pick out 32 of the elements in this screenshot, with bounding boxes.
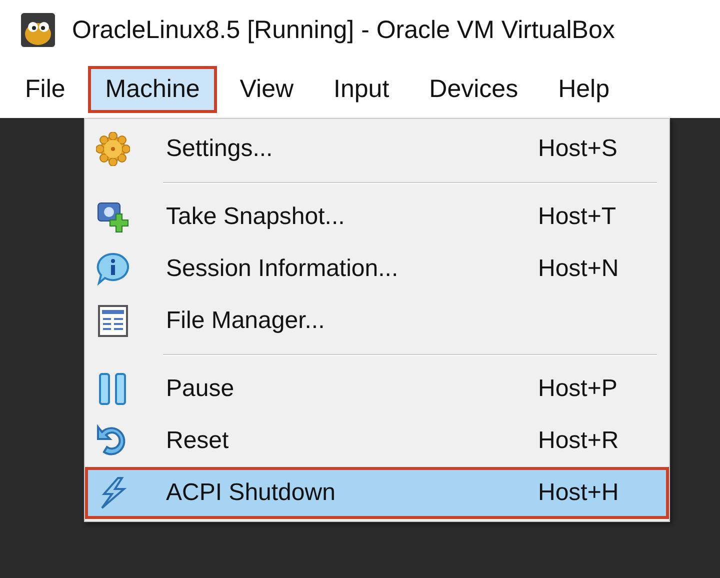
gear-icon [96,132,130,166]
menu-bar-item[interactable]: View [222,66,311,112]
app-icon [20,12,56,48]
window-title: OracleLinux8.5 [Running] - Oracle VM VirtualBox [72,16,615,44]
shortcut-label: Host+R [538,427,619,455]
menu-item-label: Pause [166,375,236,403]
menu-item-label: File Manager... [166,307,326,335]
menu-bar-item[interactable]: Input [316,66,406,112]
menu-item-label: ACPI Shutdown [166,479,336,507]
menu-item[interactable]: ACPI Shutdown Host+H [85,467,669,519]
shortcut-label: Host+N [538,255,619,283]
menu-bar-item[interactable]: Devices [412,66,536,112]
menu-item[interactable]: Settings... Host+S [85,123,669,175]
menu-item-label: Session Information... [166,255,400,283]
menu-item[interactable]: Take Snapshot... Host+T [85,191,669,243]
menu-bar-item[interactable]: Help [541,66,626,112]
document-icon [96,304,130,338]
menu-bar-item[interactable]: File [8,66,82,112]
shortcut-label: Host+T [538,203,616,231]
shortcut-label: Host+P [538,375,618,403]
menu-item[interactable]: File Manager... [85,295,669,347]
shortcut-label: Host+S [538,135,618,163]
info-icon [96,252,130,286]
menu-item-label: Take Snapshot... [166,203,346,231]
menu-item[interactable]: Reset Host+R [85,415,669,467]
menu-item-label: Reset [166,427,230,455]
menu-bar-item[interactable]: Machine [88,66,217,112]
camera-plus-icon [96,200,130,234]
shortcut-label: Host+H [538,479,619,507]
menu-item[interactable]: Pause Host+P [85,363,669,415]
menu-item-label: Settings... [166,135,274,163]
menu-item[interactable]: Session Information... Host+N [85,243,669,295]
